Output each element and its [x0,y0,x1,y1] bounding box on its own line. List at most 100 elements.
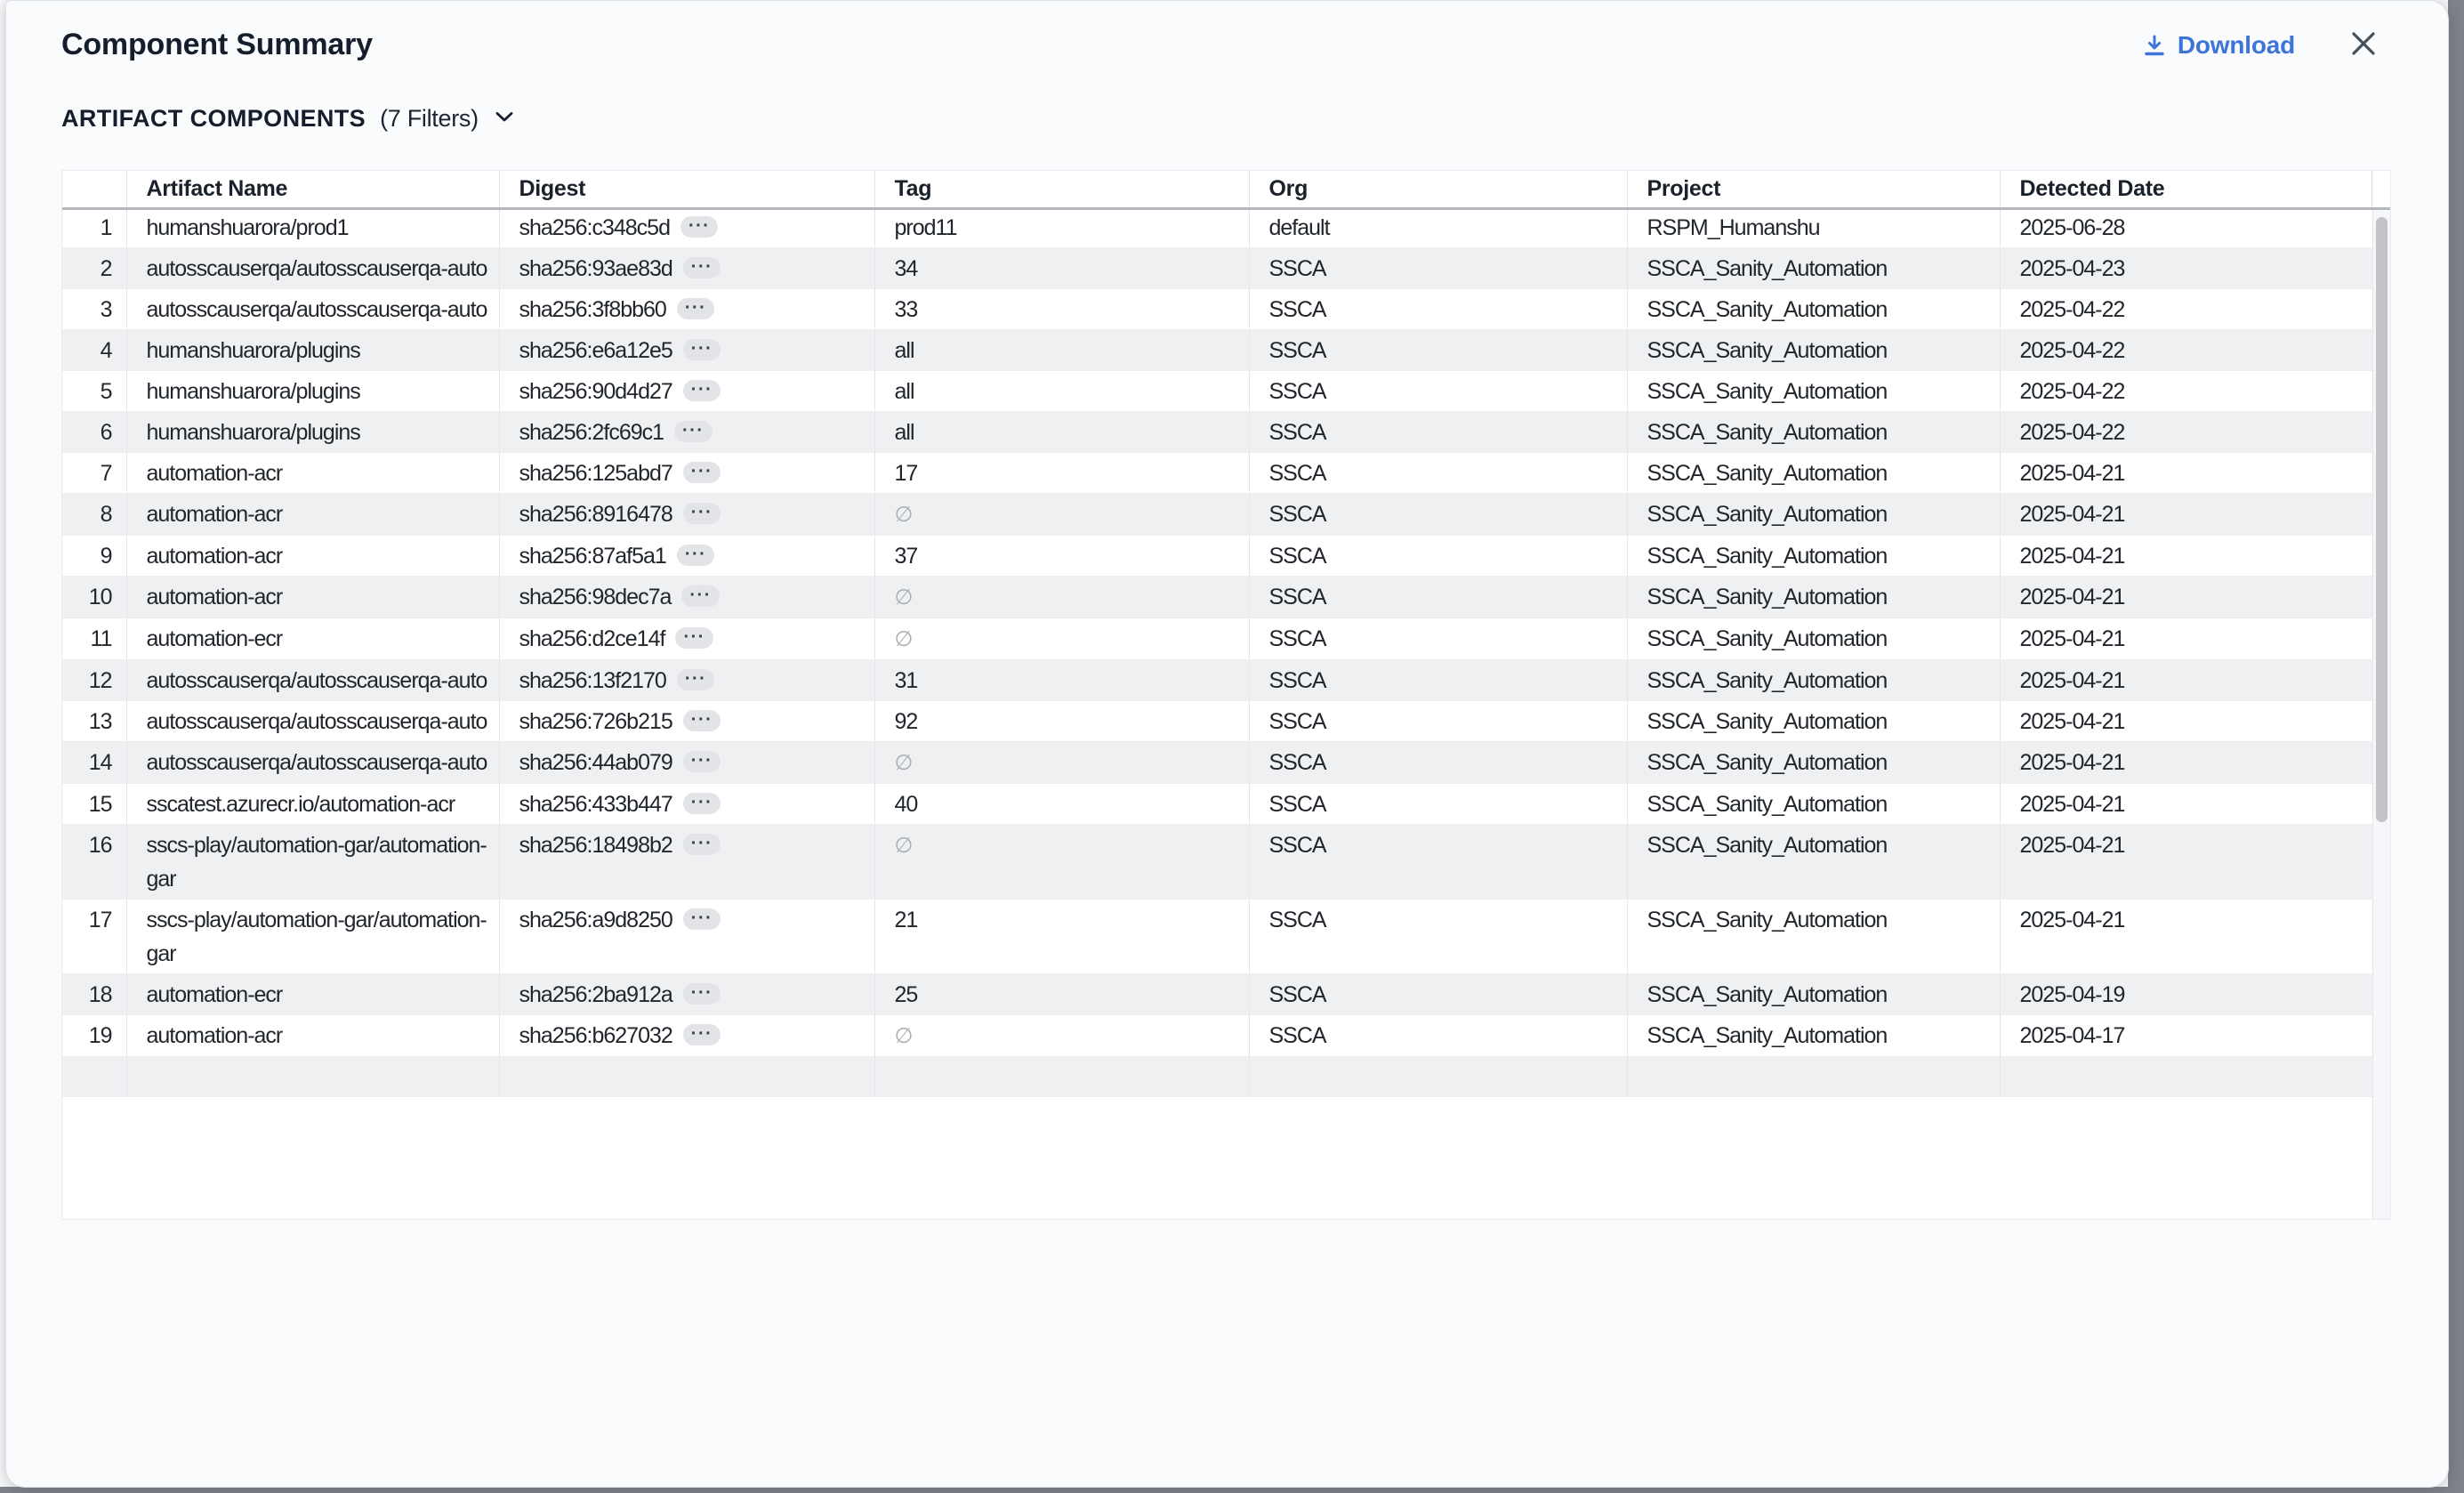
cell-project: SSCA_Sanity_Automation [1627,900,2000,974]
cell-project: SSCA_Sanity_Automation [1627,289,2000,330]
cell-row-number: 15 [62,784,126,825]
digest-expand-button[interactable]: ··· [683,339,721,360]
cell-row-number: 4 [62,330,126,371]
cell-artifact-name: autosscauserqa/autosscauserqa-auto [126,289,499,330]
chevron-down-icon [479,111,514,127]
digest-expand-button[interactable]: ··· [683,710,721,731]
cell-digest: sha256:e6a12e5 ··· [499,330,874,371]
digest-expand-button[interactable]: ··· [683,503,721,524]
table-scrollbar-thumb[interactable] [2376,217,2388,822]
digest-value: sha256:3f8bb60 [519,297,666,322]
cell-row-number: 5 [62,371,126,412]
digest-expand-button[interactable]: ··· [675,627,713,649]
cell-digest: sha256:b627032··· [499,1015,874,1057]
digest-expand-button[interactable]: ··· [677,298,714,319]
table-row: 17sscs-play/automation-gar/automation-ga… [62,900,2372,974]
cell-org: SSCA [1249,412,1627,453]
cell-project: SSCA_Sanity_Automation [1627,660,2000,701]
cell-artifact-name: humanshuarora/plugins [126,371,499,412]
cell-artifact-name: sscatest.azurecr.io/automation-acr [126,784,499,825]
digest-value: sha256:18498b2 [519,833,672,858]
artifact-components-toggle[interactable]: ARTIFACT COMPONENTS (7 Filters) [61,105,514,133]
cell-tag: ∅ [874,742,1249,784]
cell-detected-date: 2025-04-21 [2000,494,2372,536]
cell-digest: sha256:90d4d27 ··· [499,371,874,412]
table-row: 11automation-ecrsha256:d2ce14f···∅SSCASS… [62,618,2372,660]
table-row [62,1057,2372,1097]
digest-value: sha256:93ae83d [519,256,672,281]
cell-tag: 34 [874,248,1249,289]
digest-expand-button[interactable]: ··· [683,908,721,930]
cell-org: SSCA [1249,494,1627,536]
digest-expand-button[interactable]: ··· [677,545,714,566]
filters-count: (7 Filters) [380,105,479,133]
column-header-artifact-name: Artifact Name [126,171,499,207]
cell-artifact-name: autosscauserqa/autosscauserqa-auto [126,742,499,784]
digest-expand-button[interactable]: ··· [681,585,719,607]
cell-tag: 33 [874,289,1249,330]
table-row: 6humanshuarora/pluginssha256:2fc69c1···a… [62,412,2372,453]
digest-expand-button[interactable]: ··· [680,216,718,238]
digest-expand-button[interactable]: ··· [683,257,721,278]
cell-row-number: 10 [62,577,126,618]
digest-value: sha256:2fc69c1 [519,420,664,445]
cell-detected-date: 2025-04-22 [2000,330,2372,371]
digest-expand-button[interactable]: ··· [683,983,721,1005]
digest-expand-button[interactable]: ··· [683,462,721,483]
cell-project [1627,1057,2000,1097]
cell-row-number [62,1057,126,1097]
digest-expand-button[interactable]: ··· [677,669,714,690]
cell-row-number: 13 [62,701,126,742]
digest-expand-button[interactable]: ··· [674,421,712,442]
cell-digest: sha256:44ab079··· [499,742,874,784]
digest-expand-button[interactable]: ··· [683,380,721,401]
cell-row-number: 9 [62,536,126,577]
digest-expand-button[interactable]: ··· [683,751,721,772]
table-row: 10automation-acrsha256:98dec7a···∅SSCASS… [62,577,2372,618]
cell-row-number: 2 [62,248,126,289]
cell-project: SSCA_Sanity_Automation [1627,536,2000,577]
cell-artifact-name: sscs-play/automation-gar/automation-gar [126,825,499,900]
cell-row-number: 14 [62,742,126,784]
digest-value: sha256:90d4d27 [519,379,672,404]
cell-tag: ∅ [874,618,1249,660]
digest-expand-button[interactable]: ··· [683,834,721,855]
cell-project: SSCA_Sanity_Automation [1627,453,2000,494]
artifact-components-table: Artifact Name Digest Tag Org Project Det… [61,170,2391,1220]
cell-digest: sha256:3f8bb60 ··· [499,289,874,330]
cell-detected-date: 2025-06-28 [2000,207,2372,248]
column-header-org: Org [1249,171,1627,207]
cell-project: SSCA_Sanity_Automation [1627,371,2000,412]
table-row: 16sscs-play/automation-gar/automation-ga… [62,825,2372,900]
close-button[interactable] [2348,30,2379,61]
cell-row-number: 18 [62,974,126,1015]
table-row: 2autosscauserqa/autosscauserqa-autosha25… [62,248,2372,289]
table-row: 19automation-acrsha256:b627032···∅SSCASS… [62,1015,2372,1057]
cell-detected-date: 2025-04-21 [2000,536,2372,577]
digest-value: sha256:e6a12e5 [519,338,672,363]
digest-value: sha256:726b215 [519,709,672,734]
cell-detected-date: 2025-04-21 [2000,825,2372,900]
column-header-detected-date: Detected Date [2000,171,2372,207]
cell-org: SSCA [1249,701,1627,742]
cell-tag: 37 [874,536,1249,577]
digest-expand-button[interactable]: ··· [683,793,721,814]
cell-project: RSPM_Humanshu [1627,207,2000,248]
table-row: 14autosscauserqa/autosscauserqa-autosha2… [62,742,2372,784]
modal-header: Component Summary Download [6,1,2448,62]
empty-tag-symbol: ∅ [895,585,914,609]
cell-artifact-name: automation-acr [126,1015,499,1057]
empty-tag-symbol: ∅ [895,751,914,775]
download-button[interactable]: Download [2142,31,2295,60]
cell-project: SSCA_Sanity_Automation [1627,494,2000,536]
cell-org: default [1249,207,1627,248]
cell-org: SSCA [1249,330,1627,371]
table-row: 13autosscauserqa/autosscauserqa-autosha2… [62,701,2372,742]
cell-org: SSCA [1249,453,1627,494]
digest-expand-button[interactable]: ··· [683,1024,721,1045]
cell-tag: 25 [874,974,1249,1015]
download-icon [2142,33,2167,58]
cell-project: SSCA_Sanity_Automation [1627,248,2000,289]
cell-org: SSCA [1249,660,1627,701]
cell-row-number: 11 [62,618,126,660]
